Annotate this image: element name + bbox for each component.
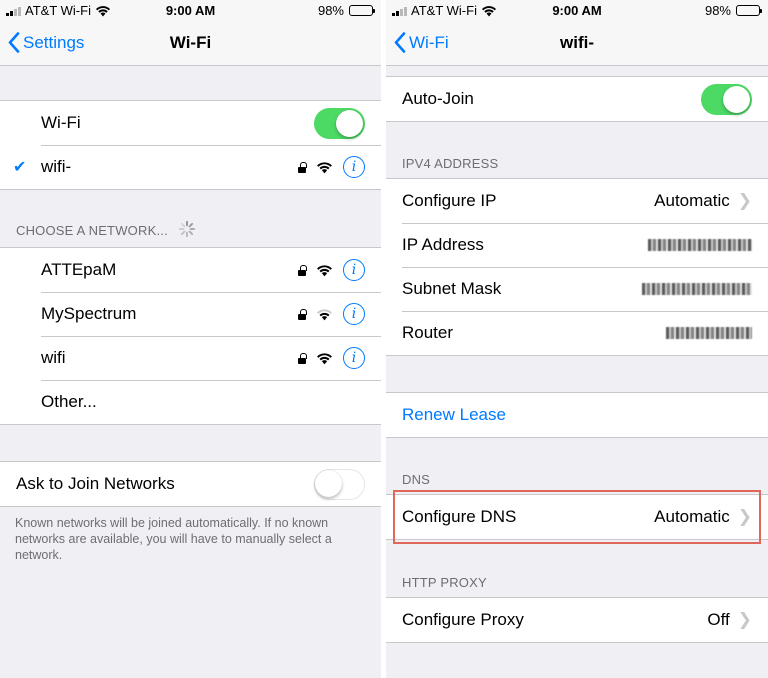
renew-lease-label: Renew Lease <box>402 405 506 424</box>
network-name: ATTEpaM <box>41 260 117 279</box>
lock-icon <box>298 265 307 276</box>
wifi-signal-icon <box>317 161 332 173</box>
auto-join-row: Auto-Join <box>386 77 768 121</box>
ask-join-row: Ask to Join Networks <box>0 462 381 506</box>
http-proxy-header-label: HTTP PROXY <box>402 575 487 590</box>
info-icon[interactable]: i <box>343 156 365 178</box>
network-row[interactable]: ATTEpaM i <box>0 248 381 292</box>
chevron-right-icon: ❯ <box>737 610 752 629</box>
dns-header: DNS <box>386 438 768 494</box>
networks-group: ATTEpaM i MySpectrum i wifi i Other... <box>0 247 381 425</box>
network-row[interactable]: MySpectrum i <box>0 292 381 336</box>
other-network-row[interactable]: Other... <box>0 380 381 424</box>
configure-ip-value: Automatic <box>654 191 730 210</box>
info-icon[interactable]: i <box>343 303 365 325</box>
status-bar: AT&T Wi-Fi 9:00 AM 98% <box>386 0 768 22</box>
wifi-group: Wi-Fi ✔ wifi- i <box>0 100 381 190</box>
configure-dns-value: Automatic <box>654 507 730 526</box>
ask-join-group: Ask to Join Networks <box>0 461 381 507</box>
configure-dns-row[interactable]: Configure DNS Automatic ❯ <box>386 495 768 539</box>
router-row: Router <box>386 311 768 355</box>
battery-icon <box>349 5 375 16</box>
lock-icon <box>298 309 307 320</box>
network-details-screen: AT&T Wi-Fi 9:00 AM 98% Wi-Fi wifi- Auto-… <box>386 0 768 678</box>
ask-join-toggle[interactable] <box>314 468 365 500</box>
http-proxy-header: HTTP PROXY <box>386 540 768 597</box>
choose-network-header: CHOOSE A NETWORK... <box>0 190 381 247</box>
configure-dns-label: Configure DNS <box>402 507 517 526</box>
choose-network-label: CHOOSE A NETWORK... <box>16 223 168 238</box>
battery-info: 98% <box>317 3 375 18</box>
network-name: MySpectrum <box>41 304 137 323</box>
wifi-list: Wi-Fi ✔ wifi- i CHOOSE A NETWORK... ATTE… <box>0 66 381 678</box>
status-bar: AT&T Wi-Fi 9:00 AM 98% <box>0 0 381 22</box>
lock-icon <box>298 162 307 173</box>
auto-join-toggle[interactable] <box>701 83 752 115</box>
checkmark-icon: ✔ <box>13 159 27 176</box>
dns-header-label: DNS <box>402 472 431 487</box>
page-title: Wi-Fi <box>169 33 212 52</box>
wifi-toggle-row: Wi-Fi <box>0 101 381 145</box>
wifi-signal-icon <box>317 352 332 364</box>
router-label: Router <box>402 323 454 342</box>
configure-proxy-row[interactable]: Configure Proxy Off ❯ <box>386 598 768 642</box>
info-icon[interactable]: i <box>343 347 365 369</box>
renew-lease-button[interactable]: Renew Lease <box>386 393 768 437</box>
battery-info: 98% <box>704 3 762 18</box>
wifi-label: Wi-Fi <box>41 113 81 132</box>
renew-lease-group: Renew Lease <box>386 392 768 438</box>
ipv4-header-label: IPV4 ADDRESS <box>402 156 499 171</box>
subnet-mask-label: Subnet Mask <box>402 279 502 298</box>
http-proxy-group: Configure Proxy Off ❯ <box>386 597 768 643</box>
network-details: Auto-Join IPV4 ADDRESS Configure IP Auto… <box>386 66 768 678</box>
chevron-right-icon: ❯ <box>737 507 752 526</box>
wifi-signal-icon <box>317 308 332 320</box>
ipv4-header: IPV4 ADDRESS <box>386 122 768 178</box>
navigation-bar: Settings Wi-Fi <box>0 22 381 66</box>
network-name: wifi <box>41 348 66 367</box>
configure-proxy-value: Off <box>707 610 730 629</box>
ip-address-row: IP Address <box>386 223 768 267</box>
battery-percent: 98% <box>704 3 731 18</box>
battery-icon <box>736 5 762 16</box>
ip-address-value-redacted <box>648 239 752 251</box>
auto-join-label: Auto-Join <box>402 89 474 108</box>
auto-join-group: Auto-Join <box>386 76 768 122</box>
ipv4-group: Configure IP Automatic ❯ IP Address Subn… <box>386 178 768 356</box>
configure-ip-label: Configure IP <box>402 191 497 210</box>
lock-icon <box>298 353 307 364</box>
subnet-mask-value-redacted <box>642 283 752 295</box>
navigation-bar: Wi-Fi wifi- <box>386 22 768 66</box>
other-label: Other... <box>41 392 97 411</box>
configure-ip-row[interactable]: Configure IP Automatic ❯ <box>386 179 768 223</box>
info-icon[interactable]: i <box>343 259 365 281</box>
router-value-redacted <box>666 327 752 339</box>
wifi-signal-icon <box>317 264 332 276</box>
loading-spinner-icon <box>178 220 195 238</box>
page-title: wifi- <box>560 33 594 52</box>
battery-percent: 98% <box>317 3 344 18</box>
dns-group: Configure DNS Automatic ❯ <box>386 490 768 544</box>
configure-proxy-label: Configure Proxy <box>402 610 524 629</box>
subnet-mask-row: Subnet Mask <box>386 267 768 311</box>
wifi-toggle[interactable] <box>314 107 365 139</box>
ask-join-note: Known networks will be joined automatica… <box>15 516 332 562</box>
wifi-settings-screen: AT&T Wi-Fi 9:00 AM 98% Settings Wi-Fi Wi… <box>0 0 381 678</box>
ip-address-label: IP Address <box>402 235 484 254</box>
network-row[interactable]: wifi i <box>0 336 381 380</box>
chevron-right-icon: ❯ <box>737 191 752 210</box>
ask-join-label: Ask to Join Networks <box>16 474 175 493</box>
connected-network-row[interactable]: ✔ wifi- i <box>0 145 381 189</box>
network-name: wifi- <box>41 157 72 176</box>
